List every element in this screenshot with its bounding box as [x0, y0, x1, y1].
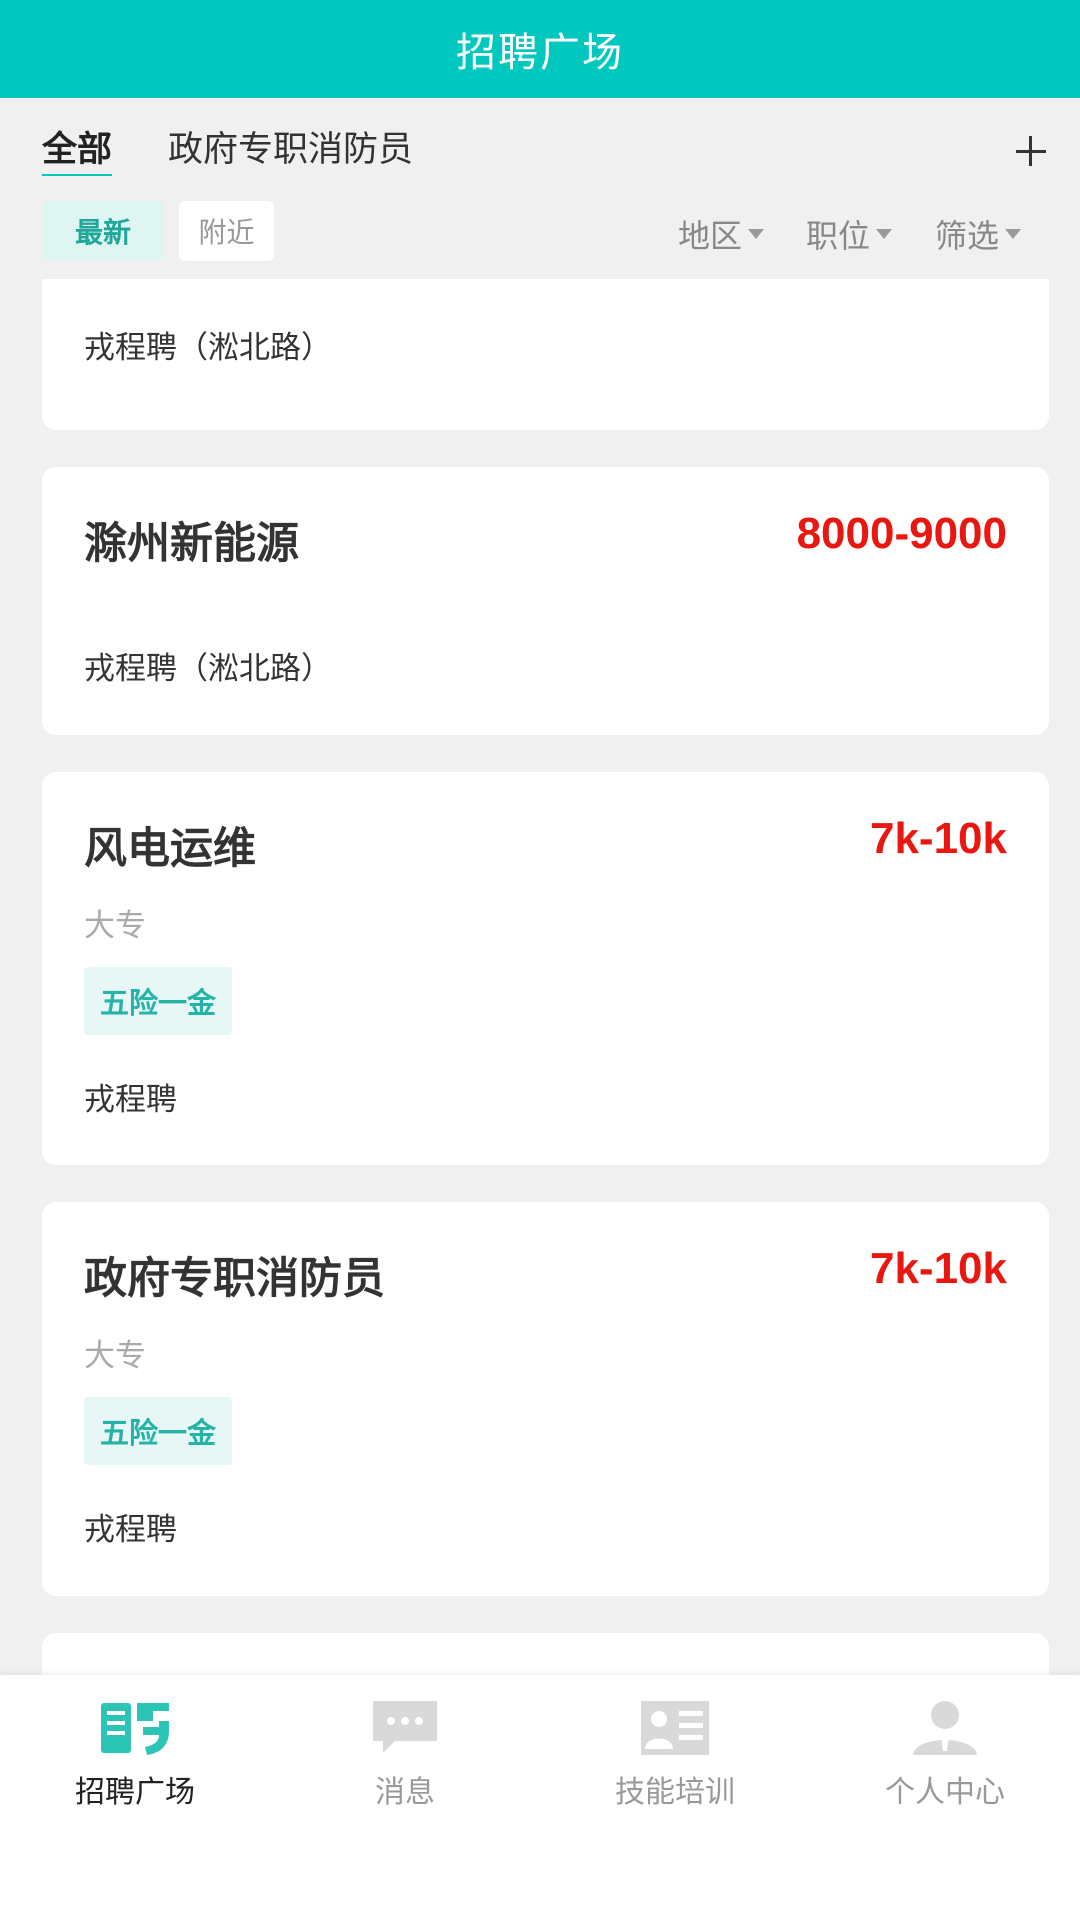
tab-profile-label: 个人中心: [885, 1775, 1005, 1810]
job-company: 戎程聘: [84, 1082, 177, 1118]
job-education: 大专: [84, 1338, 146, 1374]
tab-recruit-square[interactable]: 招聘广场: [0, 1675, 270, 1815]
job-company: 戎程聘: [84, 1512, 177, 1548]
job-company: 戎程聘（淞北路）: [84, 651, 332, 687]
category-tabs: 全部 政府专职消防员: [0, 98, 1080, 193]
page-title: 招聘广场: [456, 30, 624, 76]
job-title: 政府专职消防员: [84, 1254, 385, 1304]
job-education: 大专: [84, 908, 146, 944]
training-icon: [641, 1701, 709, 1755]
position-filter-label: 职位: [806, 217, 871, 255]
job-salary: 8000-9000: [796, 509, 1007, 558]
tab-profile[interactable]: 个人中心: [810, 1675, 1080, 1815]
caret-down-icon: [1005, 229, 1022, 239]
tab-recruit-label: 招聘广场: [75, 1775, 195, 1810]
filter-bar: 最新 附近 地区 职位 筛选: [0, 193, 1080, 279]
job-salary: 7k-10k: [869, 1244, 1007, 1293]
job-list[interactable]: 戎程聘（淞北路） 滁州新能源 8000-9000 戎程聘（淞北路） 风电运维 7…: [0, 279, 1080, 1675]
job-card[interactable]: 政府专职消防员 7k-10k 大专 五险一金 戎程聘: [42, 1202, 1049, 1596]
header-bar: 招聘广场: [0, 0, 1080, 98]
tab-training[interactable]: 技能培训: [540, 1675, 810, 1815]
more-filter[interactable]: 筛选: [935, 211, 1022, 257]
region-filter-label: 地区: [678, 217, 743, 255]
job-title: 风电运维: [84, 824, 256, 874]
tab-messages[interactable]: 消息: [270, 1675, 540, 1815]
tab-all[interactable]: 全部: [42, 130, 113, 176]
caret-down-icon: [748, 229, 765, 239]
region-filter[interactable]: 地区: [678, 211, 765, 257]
message-icon: [373, 1701, 437, 1753]
plus-icon[interactable]: [1014, 134, 1048, 168]
benefit-tag: 五险一金: [84, 1397, 233, 1465]
job-company: 戎程聘（淞北路）: [84, 330, 332, 366]
more-filter-label: 筛选: [935, 217, 1000, 255]
recruit-icon: [101, 1703, 169, 1755]
job-card[interactable]: 风电运维 7k-10k 大专 五险一金 戎程聘: [42, 772, 1049, 1165]
latest-chip[interactable]: 最新: [42, 201, 164, 261]
job-card[interactable]: [42, 1633, 1049, 1675]
tab-fire-department[interactable]: 政府专职消防员: [168, 130, 413, 170]
job-card[interactable]: 戎程聘（淞北路）: [42, 279, 1049, 430]
nearby-chip[interactable]: 附近: [179, 201, 274, 261]
tab-messages-label: 消息: [375, 1775, 435, 1810]
user-icon: [913, 1701, 977, 1755]
job-title: 滁州新能源: [84, 519, 299, 569]
benefit-tag: 五险一金: [84, 967, 233, 1035]
caret-down-icon: [876, 229, 893, 239]
tab-training-label: 技能培训: [615, 1775, 735, 1810]
job-card[interactable]: 滁州新能源 8000-9000 戎程聘（淞北路）: [42, 467, 1049, 735]
position-filter[interactable]: 职位: [806, 211, 893, 257]
bottom-tab-bar: 招聘广场 消息 技能培训 个人中心: [0, 1675, 1080, 1920]
job-salary: 7k-10k: [869, 814, 1007, 863]
